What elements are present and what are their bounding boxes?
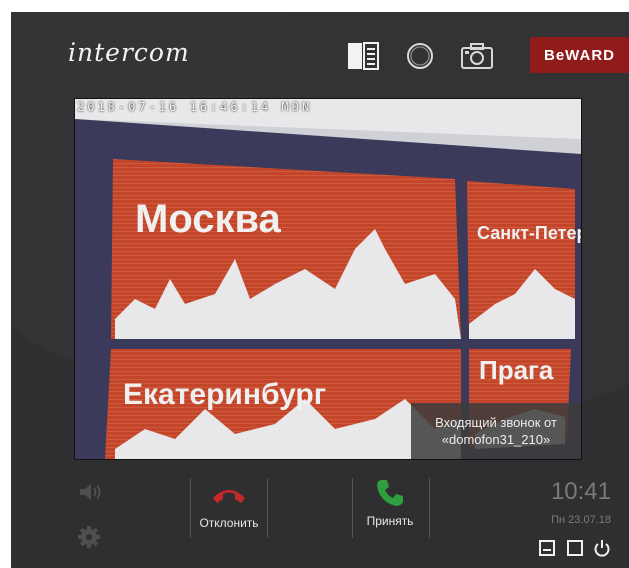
incoming-call-notice: Входящий звонок от «domofon31_210» [411,403,581,459]
decline-button[interactable]: Отклонить [189,474,269,544]
gear-icon [78,526,100,548]
video-feed[interactable]: Москва Санкт-Петербург Екатеринбург Праг… [74,98,582,460]
record-button[interactable] [406,42,434,70]
video-timestamp: 2018-07-16 16:46:14 MON [77,100,313,114]
phone-icon [377,480,403,506]
window-icon [567,540,583,556]
snapshot-button[interactable] [460,42,494,70]
scene-text-moscow: Москва [135,197,282,241]
minimize-icon [539,540,555,556]
window-button[interactable] [567,540,583,556]
clock-time: 10:41 [550,478,611,505]
layout-panel-icon [348,42,379,70]
camera-icon [461,43,493,69]
scene-text-ekb: Екатеринбург [123,378,326,411]
volume-button[interactable] [78,482,102,502]
accept-button[interactable]: Принять [350,474,430,544]
minimize-button[interactable] [539,540,555,556]
settings-button[interactable] [78,526,100,548]
clock-date: Пн 23.07.18 [551,514,611,526]
intercom-window: intercom BeWARD Москва Санкт-Пете Екатер… [11,12,629,568]
notice-caller: «domofon31_210» [441,432,551,447]
scene-text-prague: Прага [479,355,554,385]
layout-toggle-button[interactable] [347,42,379,70]
scene-text-spb: Санкт-Петербург [477,223,581,243]
decline-label: Отклонить [199,516,259,530]
circle-icon [407,43,433,69]
notice-line1: Входящий звонок от [435,415,557,430]
hangup-icon [213,490,245,503]
power-button[interactable] [594,539,610,557]
app-logo: intercom [68,38,190,67]
accept-label: Принять [366,514,414,528]
brand-logo: BeWARD [530,37,629,73]
power-icon [594,540,610,557]
speaker-icon [80,484,101,500]
